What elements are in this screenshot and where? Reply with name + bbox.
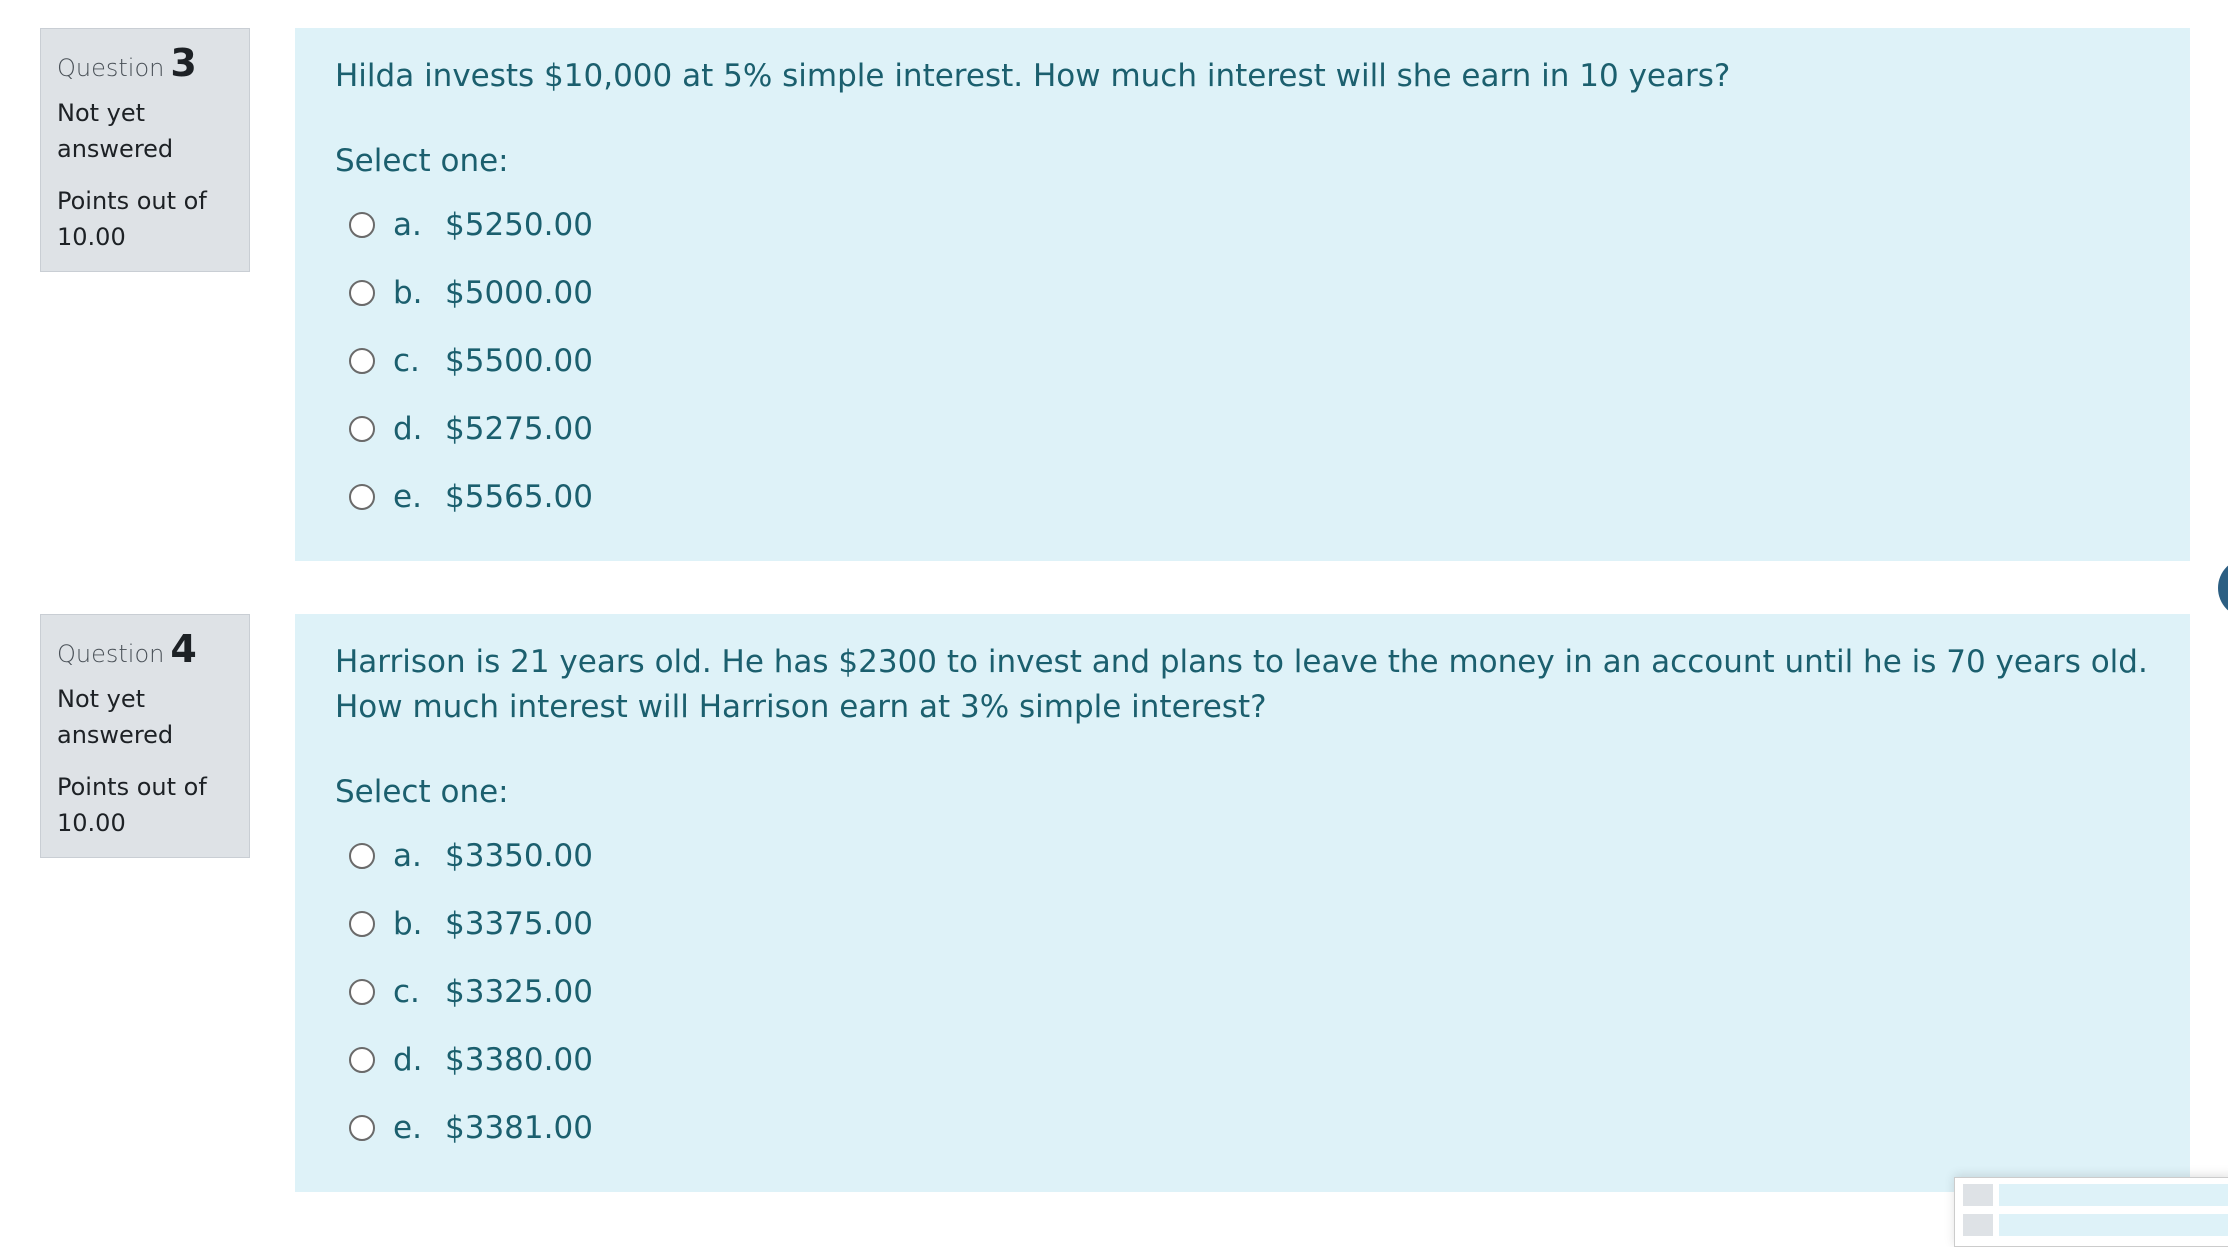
answer-letter: e. xyxy=(393,1110,422,1146)
question-label: Question xyxy=(57,640,165,668)
answer-value[interactable]: $5000.00 xyxy=(445,275,593,311)
radio-button[interactable] xyxy=(349,348,375,374)
answer-value[interactable]: $3381.00 xyxy=(445,1110,593,1146)
answer-option-a[interactable]: a. $3350.00 xyxy=(335,822,2150,890)
radio-button[interactable] xyxy=(349,843,375,869)
answer-value[interactable]: $5565.00 xyxy=(445,479,593,515)
answer-list: a. $5250.00 b. $5000.00 c. $5500.00 d. $… xyxy=(335,191,2150,531)
question-state: Not yet answered xyxy=(57,99,174,163)
question-grade: Points out of 10.00 xyxy=(57,773,207,837)
select-prompt: Select one: xyxy=(335,143,509,179)
answer-option-b[interactable]: b. $5000.00 xyxy=(335,259,2150,327)
answer-option-d[interactable]: d. $3380.00 xyxy=(335,1026,2150,1094)
answer-value[interactable]: $5250.00 xyxy=(445,207,593,243)
question-text: Harrison is 21 years old. He has $2300 t… xyxy=(335,644,2148,725)
answer-option-d[interactable]: d. $5275.00 xyxy=(335,395,2150,463)
question-text: Hilda invests $10,000 at 5% simple inter… xyxy=(335,58,1731,94)
question-number: Question 3 xyxy=(57,41,233,85)
thumbnail-info-block xyxy=(1963,1214,1993,1236)
answer-letter: c. xyxy=(393,343,420,379)
page-preview-thumbnail[interactable] xyxy=(1954,1177,2228,1247)
answer-letter: d. xyxy=(393,1042,423,1078)
radio-button[interactable] xyxy=(349,212,375,238)
answer-letter: b. xyxy=(393,906,423,942)
select-prompt: Select one: xyxy=(335,774,509,810)
answer-option-b[interactable]: b. $3375.00 xyxy=(335,890,2150,958)
answer-value[interactable]: $3375.00 xyxy=(445,906,593,942)
question-number: Question 4 xyxy=(57,627,233,671)
answer-letter: b. xyxy=(393,275,423,311)
answer-letter: e. xyxy=(393,479,422,515)
answer-letter: d. xyxy=(393,411,423,447)
answer-value[interactable]: $3350.00 xyxy=(445,838,593,874)
answer-option-e[interactable]: e. $5565.00 xyxy=(335,463,2150,531)
question-info: Question 3 Not yet answered Points out o… xyxy=(40,28,250,272)
drawer-toggle-button[interactable] xyxy=(2218,558,2228,618)
answer-option-a[interactable]: a. $5250.00 xyxy=(335,191,2150,259)
answer-letter: c. xyxy=(393,974,420,1010)
question-content: Hilda invests $10,000 at 5% simple inter… xyxy=(295,28,2190,561)
radio-button[interactable] xyxy=(349,280,375,306)
question-number-value: 3 xyxy=(170,41,197,85)
question-state: Not yet answered xyxy=(57,685,174,749)
answer-letter: a. xyxy=(393,838,422,874)
answer-value[interactable]: $5500.00 xyxy=(445,343,593,379)
answer-value[interactable]: $3325.00 xyxy=(445,974,593,1010)
answer-option-e[interactable]: e. $3381.00 xyxy=(335,1094,2150,1162)
thumbnail-content-block xyxy=(1999,1214,2228,1236)
answer-letter: a. xyxy=(393,207,422,243)
answer-list: a. $3350.00 b. $3375.00 c. $3325.00 d. $… xyxy=(335,822,2150,1162)
thumbnail-content-block xyxy=(1999,1184,2228,1206)
radio-button[interactable] xyxy=(349,416,375,442)
radio-button[interactable] xyxy=(349,979,375,1005)
radio-button[interactable] xyxy=(349,1047,375,1073)
answer-option-c[interactable]: c. $3325.00 xyxy=(335,958,2150,1026)
radio-button[interactable] xyxy=(349,484,375,510)
answer-value[interactable]: $5275.00 xyxy=(445,411,593,447)
answer-value[interactable]: $3380.00 xyxy=(445,1042,593,1078)
question-label: Question xyxy=(57,54,165,82)
question-grade: Points out of 10.00 xyxy=(57,187,207,251)
question-info: Question 4 Not yet answered Points out o… xyxy=(40,614,250,858)
radio-button[interactable] xyxy=(349,911,375,937)
thumbnail-info-block xyxy=(1963,1184,1993,1206)
radio-button[interactable] xyxy=(349,1115,375,1141)
question-number-value: 4 xyxy=(170,627,197,671)
answer-option-c[interactable]: c. $5500.00 xyxy=(335,327,2150,395)
question-content: Harrison is 21 years old. He has $2300 t… xyxy=(295,614,2190,1192)
